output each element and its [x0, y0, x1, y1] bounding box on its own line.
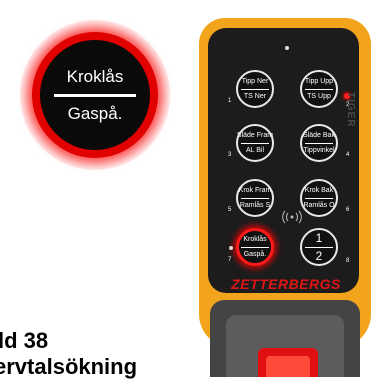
caption-line-1: ld 38 [0, 328, 49, 353]
button-divider [241, 142, 269, 144]
button-divider [241, 246, 269, 248]
button-number-4: 4 [346, 152, 350, 158]
radio-signal-icon [282, 210, 302, 224]
button-bottom-label: TS Ner [243, 92, 267, 100]
indicator-led [229, 246, 233, 250]
button-divider [305, 197, 333, 199]
button-top-label: Tipp Upp [304, 77, 334, 85]
button-top-label: Släde Fram [236, 131, 274, 139]
krok-fram-button[interactable]: Krok Fram Ramlås S [236, 179, 274, 217]
kroklas-button-enlarged[interactable]: Kroklås Gaspå. [40, 40, 150, 150]
button-top-label: Krok Fram [238, 186, 272, 194]
button-number-7: 7 [228, 257, 232, 263]
button-top-label: Släde Bak [303, 131, 335, 139]
button-divider [305, 88, 333, 90]
button-number-5: 5 [228, 207, 232, 213]
speed-1-2-button[interactable]: 1 2 [300, 228, 338, 266]
tipp-upp-button[interactable]: Tipp Upp TS Upp [300, 70, 338, 108]
enlarged-button-top-label: Kroklås [66, 66, 124, 86]
button-bottom-label: TS Upp [307, 92, 331, 100]
button-divider [241, 88, 269, 90]
button-number-3: 3 [228, 152, 232, 158]
button-bottom-label: 2 [315, 248, 323, 263]
emergency-stop-cap [266, 356, 310, 377]
button-divider [241, 197, 269, 199]
button-top-label: Krok Bak [304, 186, 334, 194]
button-bottom-label: AL Bil [245, 146, 265, 154]
tipp-ner-button[interactable]: Tipp Ner TS Ner [236, 70, 274, 108]
enlarged-button-divider [54, 93, 136, 97]
button-divider [305, 246, 333, 248]
kroklas-button[interactable]: Kroklås Gaspå. [236, 228, 274, 266]
model-label: TIGER [345, 92, 356, 128]
button-bottom-label: Gaspå. [243, 250, 267, 258]
button-number-8: 8 [346, 258, 350, 264]
button-bottom-label: Ramlås S [239, 201, 271, 209]
slade-fram-button[interactable]: Släde Fram AL Bil [236, 124, 274, 162]
slade-bak-button[interactable]: Släde Bak Tippvinkel [300, 124, 338, 162]
button-top-label: Kroklås [243, 235, 267, 243]
button-bottom-label: Ramlås O [303, 201, 335, 209]
status-led [285, 46, 289, 50]
button-bottom-label: Tippvinkel [303, 146, 335, 154]
enlarged-button-bottom-label: Gaspå. [67, 103, 123, 123]
brand-logo-text: ZETTERBERGS [231, 276, 341, 292]
button-number-6: 6 [346, 207, 350, 213]
button-number-1: 1 [228, 98, 232, 104]
caption-line-2: ervtalsökning [0, 354, 138, 379]
krok-bak-button[interactable]: Krok Bak Ramlås O [300, 179, 338, 217]
button-top-label: Tipp Ner [241, 77, 269, 85]
button-top-label: 1 [315, 230, 323, 245]
button-divider [305, 142, 333, 144]
